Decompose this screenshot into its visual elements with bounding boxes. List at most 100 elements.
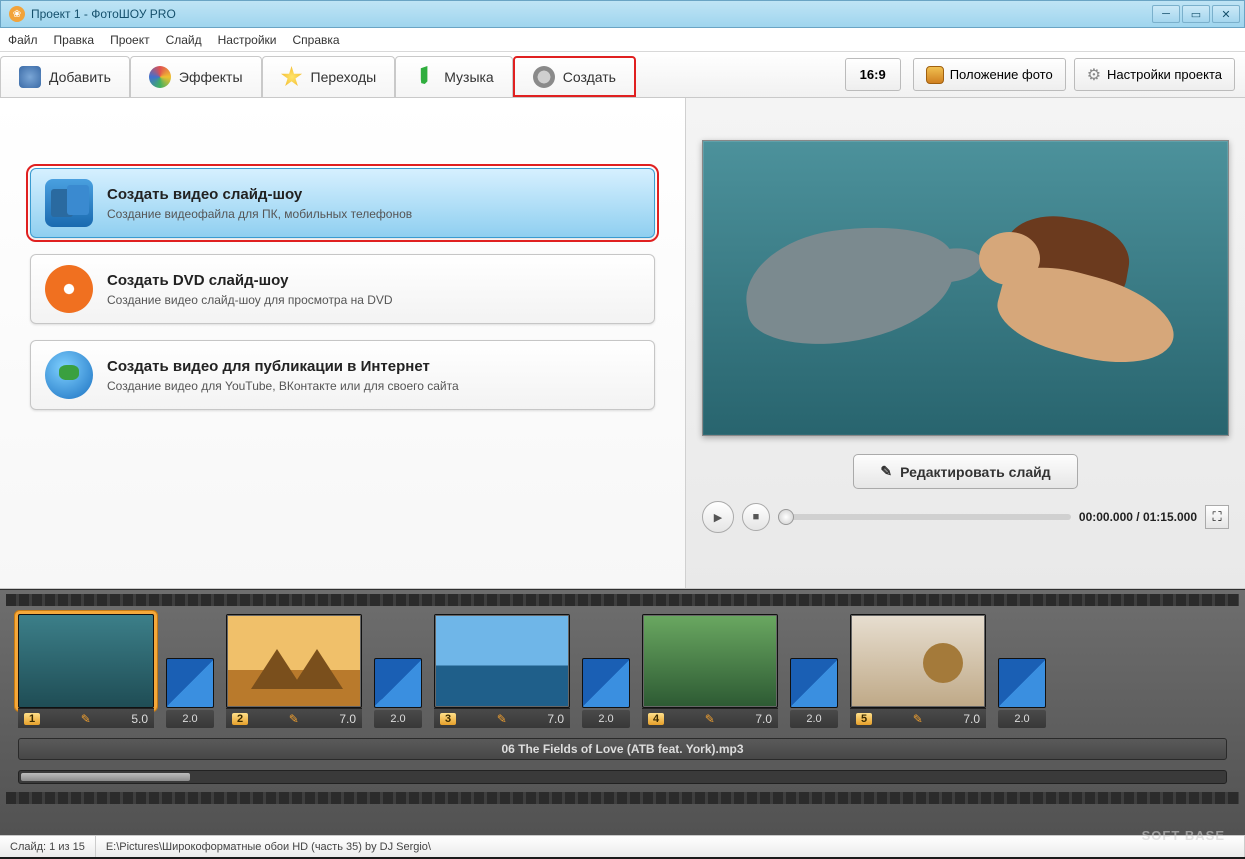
tab-effects-label: Эффекты [179,69,243,85]
reel-icon [533,66,555,88]
project-settings-button[interactable]: ⚙ Настройки проекта [1074,58,1235,91]
slide-1-num: 1 [24,713,40,725]
toolbar: Добавить Эффекты Переходы Музыка Создать… [0,52,1245,98]
create-dvd-title: Создать DVD слайд-шоу [107,272,393,289]
tab-add[interactable]: Добавить [0,56,130,97]
scrollbar-thumb[interactable] [21,773,190,781]
slide-1[interactable]: 1 ✎ 5.0 [18,614,154,728]
slide-2[interactable]: 2✎7.0 [226,614,362,728]
menu-file[interactable]: Файл [8,33,38,47]
slide-1-dur: 5.0 [131,712,148,726]
palette-icon [149,66,171,88]
tab-transitions[interactable]: Переходы [262,56,396,97]
dvd-icon [45,265,93,313]
slide-2-dur: 7.0 [339,712,356,726]
transition-4[interactable]: 2.0 [790,658,838,728]
menu-slide[interactable]: Слайд [166,33,202,47]
tab-music-label: Музыка [444,69,494,85]
transition-1-dur: 2.0 [166,710,214,728]
edit-slide-button[interactable]: ✎ Редактировать слайд [853,454,1077,489]
stop-button[interactable]: ■ [742,503,770,531]
transition-5-dur: 2.0 [998,710,1046,728]
globe-icon [45,351,93,399]
aspect-ratio-button[interactable]: 16:9 [845,58,901,91]
transition-3-dur: 2.0 [582,710,630,728]
create-video-title: Создать видео слайд-шоу [107,186,412,203]
transition-2[interactable]: 2.0 [374,658,422,728]
video-icon [45,179,93,227]
tab-effects[interactable]: Эффекты [130,56,262,97]
slide-4-num: 4 [648,713,664,725]
status-slide: Слайд: 1 из 15 [0,836,96,857]
menu-settings[interactable]: Настройки [218,33,277,47]
slide-4-thumb[interactable] [642,614,778,708]
menu-project[interactable]: Проект [110,33,150,47]
audio-track[interactable]: 06 The Fields of Love (ATB feat. York).m… [18,738,1227,760]
transition-1[interactable]: 2.0 [166,658,214,728]
slide-2-thumb[interactable] [226,614,362,708]
minimize-button[interactable]: ─ [1152,5,1180,23]
preview-frame[interactable] [702,140,1229,436]
slide-5[interactable]: 5✎7.0 [850,614,986,728]
slide-5-num: 5 [856,713,872,725]
edit-icon[interactable]: ✎ [497,712,507,726]
camera-icon [19,66,41,88]
transition-3[interactable]: 2.0 [582,658,630,728]
filmstrip-decor [6,594,1239,606]
menu-edit[interactable]: Правка [54,33,95,47]
menu-help[interactable]: Справка [292,33,339,47]
play-button[interactable]: ▶ [702,501,734,533]
slide-5-thumb[interactable] [850,614,986,708]
transition-2-dur: 2.0 [374,710,422,728]
pencil-icon: ✎ [880,463,892,480]
status-path: E:\Pictures\Широкоформатные обои HD (час… [96,836,1245,857]
menubar: Файл Правка Проект Слайд Настройки Справ… [0,28,1245,52]
preview-content-2 [997,218,1176,365]
slide-3[interactable]: 3✎7.0 [434,614,570,728]
transition-5[interactable]: 2.0 [998,658,1046,728]
slide-3-thumb[interactable] [434,614,570,708]
tab-music[interactable]: Музыка [395,56,513,97]
workarea: Создать видео слайд-шоу Создание видеофа… [0,98,1245,589]
create-video-sub: Создание видеофайла для ПК, мобильных те… [107,207,412,221]
create-panel: Создать видео слайд-шоу Создание видеофа… [0,98,686,588]
timeline: 1✎5.0 2.0 2✎7.0 2.0 3✎7.0 2.0 4✎7.0 2.0 … [0,589,1245,835]
playback-slider[interactable] [778,514,1071,520]
tab-create[interactable]: Создать [513,56,636,97]
edit-icon[interactable]: ✎ [289,712,299,726]
filmstrip-decor-bottom [6,792,1239,804]
edit-slide-label: Редактировать слайд [900,464,1051,480]
edit-icon[interactable]: ✎ [913,712,923,726]
transition-4-dur: 2.0 [790,710,838,728]
photo-position-label: Положение фото [950,67,1053,82]
star-icon [281,66,303,88]
tab-add-label: Добавить [49,69,111,85]
create-internet-title: Создать видео для публикации в Интернет [107,358,459,375]
photo-position-button[interactable]: Положение фото [913,58,1066,91]
create-dvd-option[interactable]: Создать DVD слайд-шоу Создание видео сла… [30,254,655,324]
playback-knob[interactable] [778,509,794,525]
project-settings-label: Настройки проекта [1107,67,1222,82]
create-video-option[interactable]: Создать видео слайд-шоу Создание видеофа… [30,168,655,238]
music-icon [414,66,436,88]
playback-time: 00:00.000 / 01:15.000 [1079,510,1197,524]
edit-icon[interactable]: ✎ [81,712,91,726]
player-controls: ▶ ■ 00:00.000 / 01:15.000 ⛶ [702,501,1229,533]
titlebar: ❀ Проект 1 - ФотоШОУ PRO ─ ▭ ✕ [0,0,1245,28]
window-title: Проект 1 - ФотоШОУ PRO [31,7,1152,21]
slide-3-num: 3 [440,713,456,725]
create-internet-option[interactable]: Создать видео для публикации в Интернет … [30,340,655,410]
slide-1-thumb[interactable] [18,614,154,708]
close-button[interactable]: ✕ [1212,5,1240,23]
app-icon: ❀ [9,6,25,22]
fullscreen-button[interactable]: ⛶ [1205,505,1229,529]
maximize-button[interactable]: ▭ [1182,5,1210,23]
slide-4-dur: 7.0 [755,712,772,726]
tab-transitions-label: Переходы [311,69,377,85]
slide-4[interactable]: 4 ✎ 7.0 [642,614,778,728]
timeline-scrollbar[interactable] [18,770,1227,784]
gear-icon: ⚙ [1087,65,1101,85]
create-internet-sub: Создание видео для YouTube, ВКонтакте ил… [107,379,459,393]
edit-icon[interactable]: ✎ [705,712,715,726]
slides-row: 1✎5.0 2.0 2✎7.0 2.0 3✎7.0 2.0 4✎7.0 2.0 … [0,608,1245,728]
